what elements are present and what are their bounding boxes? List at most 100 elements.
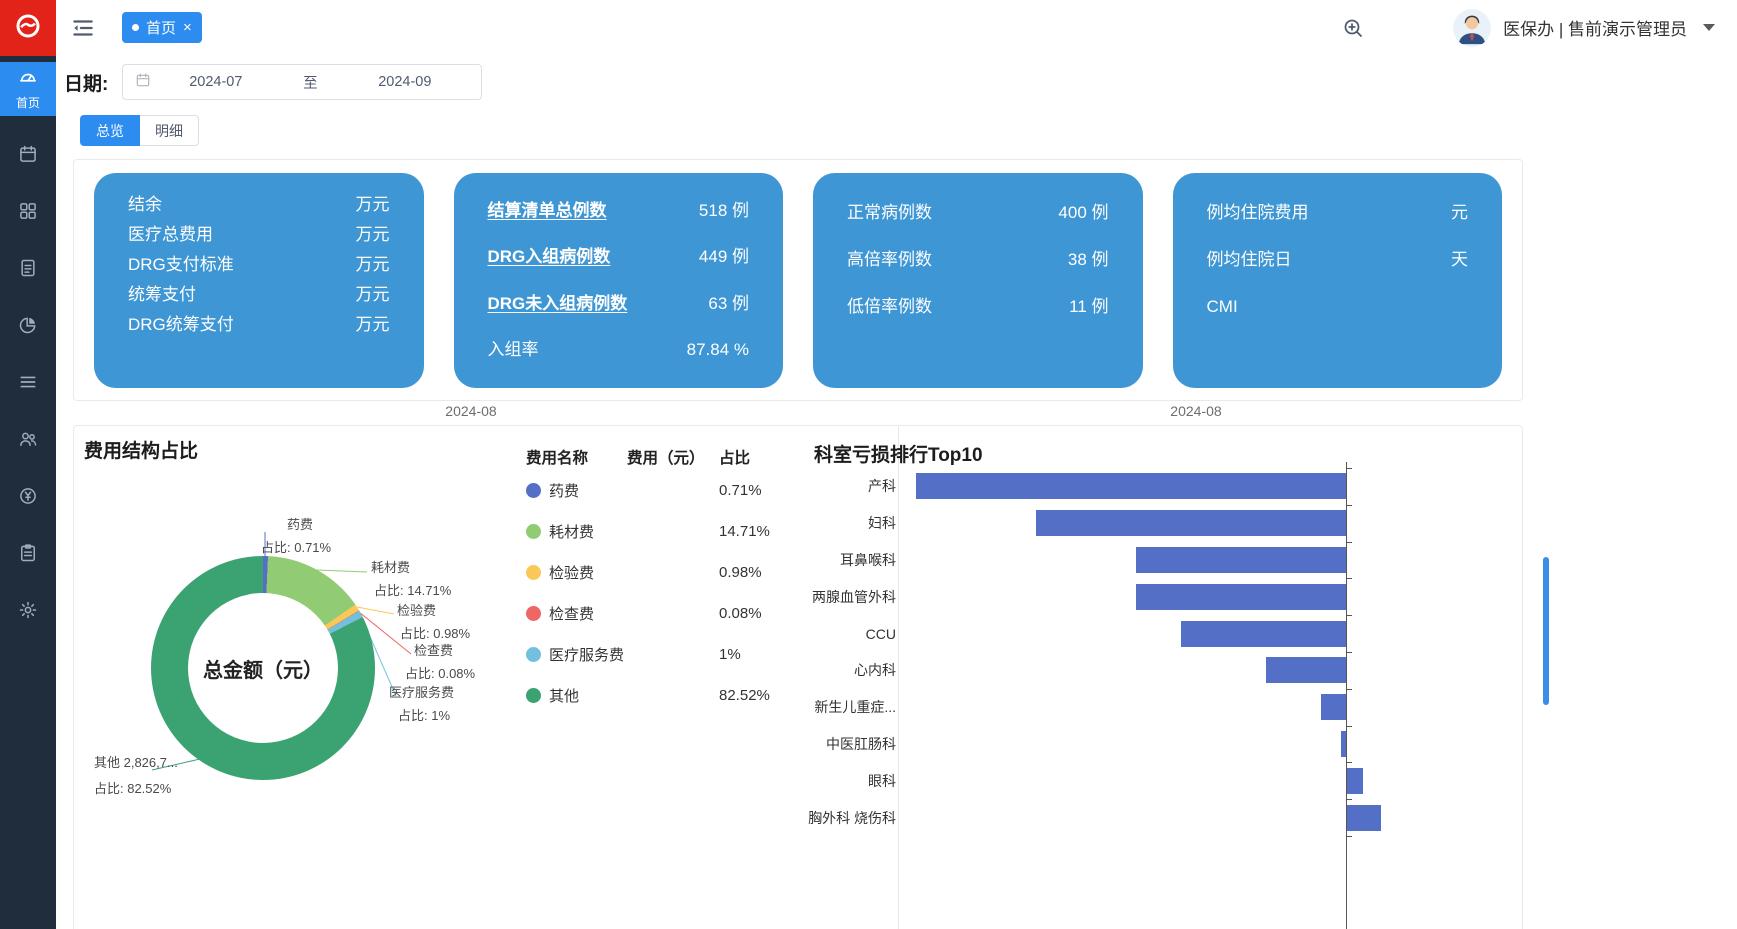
view-tab-overview[interactable]: 总览: [80, 115, 140, 146]
stat-value: 万元: [356, 315, 390, 335]
legend-color-dot: [526, 647, 541, 662]
legend-name-cell: 医疗服务费: [526, 644, 627, 665]
sidebar-item-reports[interactable]: [0, 527, 56, 584]
pie-chart-title: 费用结构占比: [84, 436, 198, 463]
logo-ring-icon: [13, 11, 43, 46]
stat-cards: 结余万元医疗总费用万元DRG支付标准万元统筹支付万元DRG统筹支付万元结算清单总…: [74, 160, 1522, 401]
stat-row: DRG未入组病例数63 例: [488, 294, 750, 314]
legend-name-cell: 检查费: [526, 603, 627, 624]
legend-color-dot: [526, 606, 541, 621]
date-end-value[interactable]: 2024-09: [340, 74, 469, 90]
date-filter-row: 日期: 2024-07 至 2024-09: [64, 62, 482, 102]
donut-callout-pct-6: 占比: 82.52%: [94, 778, 171, 797]
stat-row: 正常病例数400 例: [847, 203, 1109, 223]
tab-close-icon[interactable]: ×: [183, 20, 192, 35]
axis-tick: [1346, 652, 1352, 653]
date-range-separator: 至: [280, 72, 340, 93]
sidebar-item-funds[interactable]: [0, 470, 56, 527]
bar-plot: [904, 726, 1524, 763]
bar[interactable]: [1346, 805, 1381, 831]
menu-fold-icon: [70, 28, 96, 45]
chart-scrollbar[interactable]: [1543, 557, 1549, 705]
bar-plot: [904, 799, 1524, 836]
legend-header-name: 费用名称: [526, 446, 627, 468]
currency-icon: [18, 486, 38, 511]
bar-row: 胸外科 烧伤科: [784, 799, 1524, 836]
stat-value: 万元: [356, 255, 390, 275]
sidebar-nav: 首页: [0, 62, 56, 641]
user-menu-caret-icon[interactable]: [1703, 24, 1715, 31]
stat-value: 元: [1451, 203, 1468, 223]
bar[interactable]: [1136, 584, 1346, 610]
view-tab-detail[interactable]: 明细: [140, 115, 199, 146]
donut-callout-pct-1: 占比: 0.71%: [261, 537, 331, 556]
stat-card-3: 正常病例数400 例高倍率例数38 例低倍率例数11 例: [813, 173, 1143, 388]
bar-plot: [904, 615, 1524, 652]
bar[interactable]: [1036, 510, 1346, 536]
tab-home[interactable]: 首页 ×: [122, 12, 202, 43]
sidebar-item-apps[interactable]: [0, 185, 56, 242]
sidebar-item-team[interactable]: [0, 413, 56, 470]
stat-cards-panel: 结余万元医疗总费用万元DRG支付标准万元统筹支付万元DRG统筹支付万元结算清单总…: [73, 159, 1523, 401]
bar[interactable]: [916, 473, 1346, 499]
bar-row: 耳鼻喉科: [784, 542, 1524, 579]
legend-label: 耗材费: [549, 521, 594, 542]
bar-row: 产科: [784, 468, 1524, 505]
avatar[interactable]: [1453, 9, 1491, 47]
bar[interactable]: [1321, 694, 1346, 720]
legend-name-cell: 其他: [526, 685, 627, 706]
sidebar-item-settings[interactable]: [0, 584, 56, 641]
stat-label: 正常病例数: [847, 203, 932, 223]
zoom-in-icon[interactable]: [1341, 16, 1365, 40]
donut-callout-name-2: 耗材费: [371, 557, 410, 576]
stat-value: 87.84 %: [687, 340, 749, 360]
axis-tick: [1346, 578, 1352, 579]
stat-link-label[interactable]: DRG入组病例数: [488, 247, 611, 267]
bar-category-label: 中医肛肠科: [784, 734, 904, 754]
bar-plot: [904, 542, 1524, 579]
sidebar-item-list[interactable]: [0, 356, 56, 413]
date-start-value[interactable]: 2024-07: [151, 74, 280, 90]
stat-label: 统筹支付: [128, 285, 196, 305]
app-logo[interactable]: [0, 0, 56, 56]
apps-icon: [18, 201, 38, 226]
bar-category-label: 胸外科 烧伤科: [784, 808, 904, 828]
stat-value: 518 例: [699, 201, 749, 221]
stat-link-label[interactable]: DRG未入组病例数: [488, 294, 628, 314]
stat-row: 统筹支付 万元: [128, 285, 390, 305]
date-range-input[interactable]: 2024-07 至 2024-09: [122, 64, 482, 100]
stat-link-label[interactable]: 结算清单总例数: [488, 201, 607, 221]
bar[interactable]: [1136, 547, 1346, 573]
report-icon: [18, 543, 38, 568]
legend-label: 检查费: [549, 603, 594, 624]
sidebar-item-label: 首页: [16, 94, 40, 111]
donut-chart-wrap: 总金额（元）: [151, 556, 375, 780]
bar-category-label: 两腺血管外科: [784, 587, 904, 607]
legend-name-cell: 药费: [526, 480, 627, 501]
tab-home-label: 首页: [146, 17, 176, 38]
bar[interactable]: [1266, 657, 1346, 683]
legend-label: 医疗服务费: [549, 644, 624, 665]
stat-row: 高倍率例数38 例: [847, 250, 1109, 270]
stat-label: DRG统筹支付: [128, 315, 234, 335]
bar-row: 中医肛肠科: [784, 726, 1524, 763]
sidebar-item-home[interactable]: 首页: [0, 62, 56, 116]
axis-tick: [1346, 468, 1352, 469]
date-filter-label: 日期:: [64, 69, 108, 96]
stat-label: 入组率: [488, 340, 539, 360]
sidebar-item-analysis[interactable]: [0, 299, 56, 356]
sidebar-item-calendar[interactable]: [0, 128, 56, 185]
legend-name-cell: 耗材费: [526, 521, 627, 542]
sidebar: 首页: [0, 0, 56, 929]
stat-value: 11 例: [1069, 297, 1108, 317]
stat-row: 例均住院日天: [1207, 250, 1469, 270]
stat-value: 万元: [356, 285, 390, 305]
bar-plot: [904, 505, 1524, 542]
sidebar-item-records[interactable]: [0, 242, 56, 299]
donut-center-label: 总金额（元）: [151, 556, 375, 780]
bar-category-label: 妇科: [784, 513, 904, 533]
stat-value: 449 例: [699, 247, 749, 267]
sidebar-collapse-button[interactable]: [70, 15, 96, 41]
bar[interactable]: [1346, 768, 1363, 794]
bar[interactable]: [1181, 621, 1346, 647]
